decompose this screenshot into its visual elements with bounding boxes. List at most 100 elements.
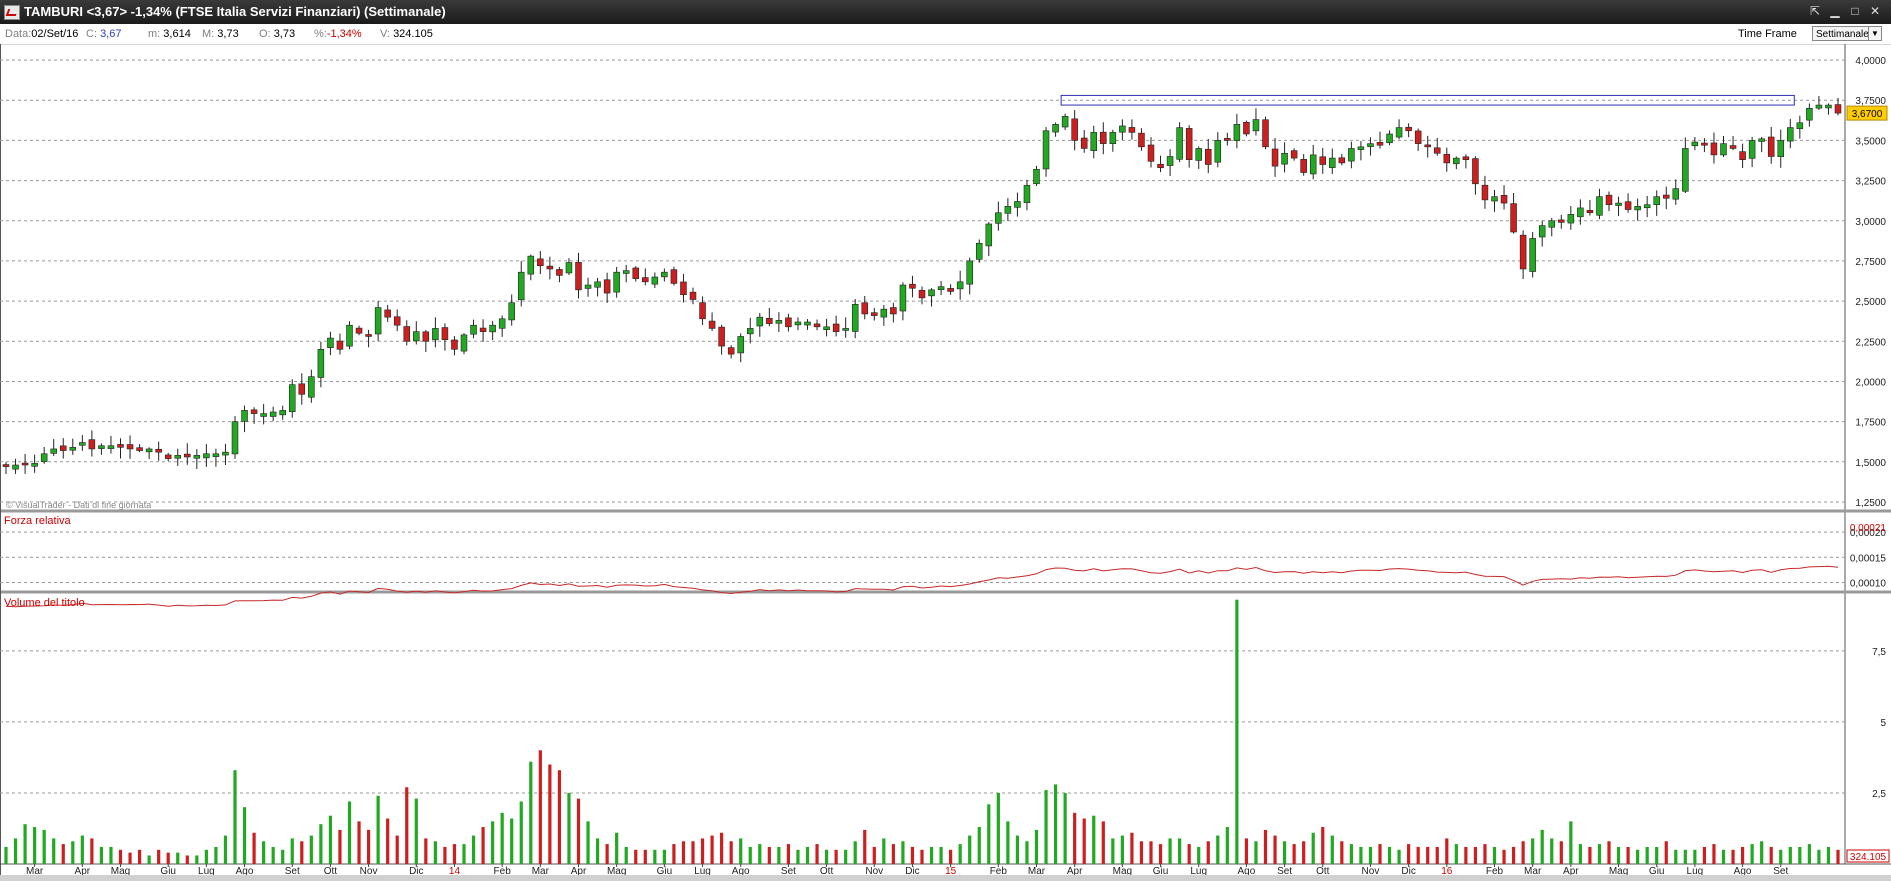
candle-body — [88, 439, 96, 450]
candle-body — [393, 316, 401, 326]
candle-body — [1643, 204, 1651, 209]
timeframe-select[interactable]: Settimanale ▼ — [1812, 26, 1882, 41]
volume-bar — [882, 838, 886, 864]
candle-body — [203, 453, 210, 459]
volume-bar — [118, 849, 123, 864]
volume-bar — [815, 844, 819, 864]
volume-bar — [1244, 838, 1249, 864]
candle-body — [384, 309, 391, 318]
candle-body — [1806, 107, 1813, 121]
candle-body — [1787, 127, 1794, 142]
x-tick-label: Set — [1277, 866, 1292, 875]
candle-body — [1119, 125, 1126, 133]
quote-info-bar: Data:02/Set/16 C: 3,67 m: 3,614 M: 3,73 … — [0, 24, 1891, 45]
volume-bar — [424, 838, 428, 864]
x-tick-label: Apr — [1563, 866, 1579, 875]
candle-body — [1682, 148, 1689, 192]
candle-body — [145, 448, 153, 453]
x-tick-label: Mar — [532, 866, 550, 875]
volume-bar — [1569, 821, 1573, 864]
volume-bar — [576, 798, 581, 864]
candle-body — [689, 291, 697, 300]
close-icon[interactable]: ✕ — [1866, 3, 1884, 20]
volume-bar — [548, 764, 552, 864]
volume-bar — [1197, 846, 1201, 864]
price-tick-label: 3,7500 — [1855, 96, 1886, 107]
volume-bar — [1092, 815, 1096, 864]
candle-body — [956, 281, 964, 290]
volume-bar — [452, 844, 457, 864]
volume-bar — [157, 849, 161, 864]
candle-body — [680, 281, 687, 295]
candle-body — [546, 265, 554, 270]
volume-bar — [1473, 846, 1478, 864]
volume-bar — [328, 815, 333, 864]
volume-bar — [1483, 844, 1487, 864]
watermark-text: © VisualTrader - Dati di fine giornata — [6, 500, 151, 510]
volume-bar — [137, 849, 142, 864]
volume-bar — [1225, 827, 1229, 864]
relative-strength-line — [5, 565, 1839, 608]
timeframe-label: Time Frame — [1738, 28, 1797, 40]
volume-bar — [920, 849, 924, 864]
candle-body — [804, 321, 811, 326]
candle-body — [1500, 194, 1508, 204]
volume-label: Volume del titolo — [4, 597, 85, 609]
candle-body — [260, 413, 267, 417]
bottom-scrollbar[interactable] — [0, 875, 1891, 881]
candle-body — [1100, 131, 1107, 144]
candle-body — [1395, 127, 1403, 138]
candle-body — [1004, 205, 1012, 214]
candle-body — [1481, 184, 1489, 201]
chart-area[interactable]: 4,00003,75003,50003,25003,00002,75002,50… — [0, 44, 1891, 875]
candle-body — [1529, 238, 1536, 272]
pin-icon[interactable]: ⇱ — [1806, 3, 1824, 20]
price-tick-label: 3,5000 — [1855, 136, 1886, 147]
volume-bar — [4, 846, 8, 864]
volume-bar — [1607, 841, 1611, 864]
candle-body — [489, 324, 496, 333]
volume-bar — [1492, 846, 1497, 864]
volume-bar — [1025, 841, 1029, 864]
x-tick-label: Mar — [26, 866, 44, 875]
candle-body — [12, 464, 19, 470]
candle-body — [1252, 119, 1260, 132]
volume-bar — [1015, 835, 1020, 864]
candle-body — [1586, 210, 1594, 214]
volume-bar — [901, 841, 905, 864]
volume-bar — [13, 838, 18, 864]
candle-body — [1796, 122, 1804, 130]
volume-bar — [996, 792, 1000, 864]
volume-bar — [1702, 846, 1707, 864]
volume-bar — [80, 835, 84, 864]
chevron-down-icon[interactable]: ▼ — [1868, 27, 1881, 40]
volume-bar — [471, 835, 476, 864]
volume-bar — [538, 750, 542, 864]
volume-bar — [185, 855, 189, 864]
candle-body — [336, 340, 344, 350]
volume-bar — [1788, 846, 1792, 864]
volume-bar — [1368, 846, 1373, 864]
candle-body — [231, 421, 239, 455]
candle-body — [823, 326, 830, 331]
candle-body — [1166, 156, 1174, 166]
candle-body — [622, 270, 630, 274]
volume-bar — [510, 818, 514, 864]
x-tick-label: Dic — [409, 866, 423, 875]
x-tick-label: Ago — [1734, 866, 1752, 875]
candle-body — [21, 462, 29, 466]
volume-bar — [223, 835, 228, 864]
volume-bar — [519, 801, 523, 864]
volume-bar — [1731, 849, 1735, 864]
maximize-icon[interactable]: □ — [1846, 3, 1864, 20]
volume-bar — [1798, 846, 1802, 864]
minimize-icon[interactable]: ▁ — [1826, 3, 1844, 20]
candle-body — [1567, 214, 1575, 224]
candle-body — [1739, 151, 1746, 160]
candle-body — [1300, 159, 1307, 173]
x-tick-label: Lug — [198, 866, 215, 875]
volume-bar — [605, 844, 609, 864]
candle-body — [775, 320, 783, 324]
candle-body — [422, 331, 430, 342]
candle-body — [355, 327, 363, 334]
